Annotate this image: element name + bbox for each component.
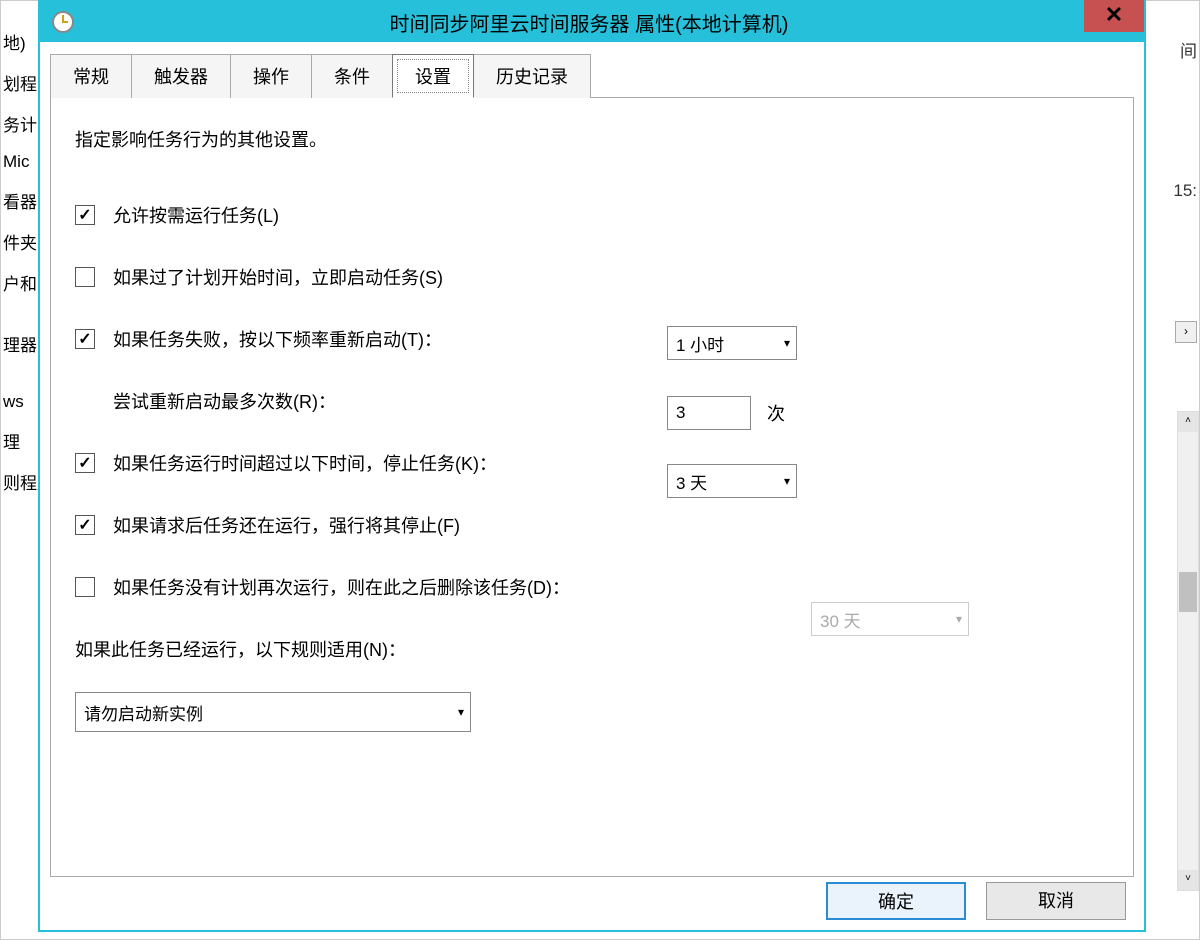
restart-attempts-label: 尝试重新启动最多次数(R)： [113, 388, 336, 414]
scrollbar-thumb[interactable] [1179, 572, 1197, 612]
rule-label: 如果此任务已经运行，以下规则适用(N)： [75, 636, 1109, 662]
allow-on-demand-label: 允许按需运行任务(L) [113, 202, 279, 228]
tab-settings[interactable]: 设置 [392, 54, 474, 98]
bg-right-text: 间 [1180, 37, 1197, 62]
rule-combo[interactable]: 请勿启动新实例 ▾ [75, 692, 471, 732]
scroll-right-button[interactable]: › [1175, 321, 1197, 343]
titlebar[interactable]: 时间同步阿里云时间服务器 属性(本地计算机) ✕ [40, 2, 1144, 42]
stop-duration-value: 3 天 [676, 469, 707, 494]
chevron-down-icon: ▾ [458, 705, 464, 719]
dialog-footer: 确定 取消 [40, 872, 1144, 930]
chevron-down-icon: ▾ [956, 612, 962, 626]
restart-on-fail-row: 如果任务失败，按以下频率重新启动(T)： [75, 326, 1109, 352]
bg-item: 件夹 [1, 221, 39, 262]
stop-if-long-row: 如果任务运行时间超过以下时间，停止任务(K)： [75, 450, 1109, 476]
tab-history[interactable]: 历史记录 [473, 54, 591, 98]
settings-description: 指定影响任务行为的其他设置。 [75, 126, 1109, 152]
restart-attempts-suffix: 次 [767, 400, 785, 426]
bg-item: 理器 [1, 323, 39, 364]
bg-item: 地) [1, 21, 39, 62]
restart-on-fail-checkbox[interactable] [75, 329, 95, 349]
cancel-button[interactable]: 取消 [986, 882, 1126, 920]
chevron-down-icon: ▾ [784, 474, 790, 488]
bg-item: 理 [1, 420, 39, 461]
bg-item: 户和 [1, 262, 39, 303]
tab-actions[interactable]: 操作 [230, 54, 312, 98]
delete-if-not-scheduled-row: 如果任务没有计划再次运行，则在此之后删除该任务(D)： [75, 574, 1109, 600]
rule-value: 请勿启动新实例 [84, 700, 203, 725]
bg-right-text: 15: [1173, 181, 1197, 201]
bg-item: 则程序 [1, 461, 39, 502]
restart-interval-value: 1 小时 [676, 331, 724, 356]
force-stop-checkbox[interactable] [75, 515, 95, 535]
bg-item: 务计 [1, 103, 39, 144]
settings-tab-content: 指定影响任务行为的其他设置。 允许按需运行任务(L) 如果过了计划开始时间，立即… [50, 97, 1134, 877]
stop-duration-combo[interactable]: 3 天 ▾ [667, 464, 797, 498]
bg-item: 看器 [1, 180, 39, 221]
close-button[interactable]: ✕ [1084, 0, 1144, 32]
dialog-body: 常规 触发器 操作 条件 设置 历史记录 指定影响任务行为的其他设置。 允许按需… [40, 42, 1144, 870]
bg-item: Mic [1, 144, 39, 180]
delete-duration-value: 30 天 [820, 607, 861, 632]
force-stop-row: 如果请求后任务还在运行，强行将其停止(F) [75, 512, 1109, 538]
start-when-missed-label: 如果过了计划开始时间，立即启动任务(S) [113, 264, 443, 290]
bg-scrollbar[interactable]: ˄ ˅ [1177, 411, 1199, 891]
task-properties-dialog: 时间同步阿里云时间服务器 属性(本地计算机) ✕ 常规 触发器 操作 条件 设置… [38, 0, 1146, 932]
tab-conditions[interactable]: 条件 [311, 54, 393, 98]
tabs-container: 常规 触发器 操作 条件 设置 历史记录 [50, 54, 1134, 98]
dialog-title: 时间同步阿里云时间服务器 属性(本地计算机) [74, 8, 1144, 37]
delete-duration-combo: 30 天 ▾ [811, 602, 969, 636]
restart-interval-combo[interactable]: 1 小时 ▾ [667, 326, 797, 360]
force-stop-label: 如果请求后任务还在运行，强行将其停止(F) [113, 512, 460, 538]
restart-on-fail-label: 如果任务失败，按以下频率重新启动(T)： [113, 326, 442, 352]
stop-if-long-label: 如果任务运行时间超过以下时间，停止任务(K)： [113, 450, 497, 476]
chevron-down-icon: ▾ [784, 336, 790, 350]
ok-button[interactable]: 确定 [826, 882, 966, 920]
allow-on-demand-row: 允许按需运行任务(L) [75, 202, 1109, 228]
restart-attempts-input[interactable] [667, 396, 751, 430]
tab-general[interactable]: 常规 [50, 54, 132, 98]
delete-if-not-scheduled-label: 如果任务没有计划再次运行，则在此之后删除该任务(D)： [113, 574, 570, 600]
bg-left-panel: 地) 划程 务计 Mic 看器 件夹 户和 理器 ws 理 则程序 [1, 21, 39, 502]
restart-attempts-control: 次 [667, 396, 785, 430]
delete-if-not-scheduled-checkbox[interactable] [75, 577, 95, 597]
bg-item: 划程 [1, 62, 39, 103]
tab-triggers[interactable]: 触发器 [131, 54, 231, 98]
allow-on-demand-checkbox[interactable] [75, 205, 95, 225]
clock-icon [52, 11, 74, 33]
bg-item: ws [1, 384, 39, 420]
start-when-missed-row: 如果过了计划开始时间，立即启动任务(S) [75, 264, 1109, 290]
scrollbar-up-icon[interactable]: ˄ [1178, 412, 1198, 432]
stop-if-long-checkbox[interactable] [75, 453, 95, 473]
restart-attempts-row: 尝试重新启动最多次数(R)： [113, 388, 1109, 414]
scrollbar-down-icon[interactable]: ˅ [1178, 870, 1198, 890]
start-when-missed-checkbox[interactable] [75, 267, 95, 287]
